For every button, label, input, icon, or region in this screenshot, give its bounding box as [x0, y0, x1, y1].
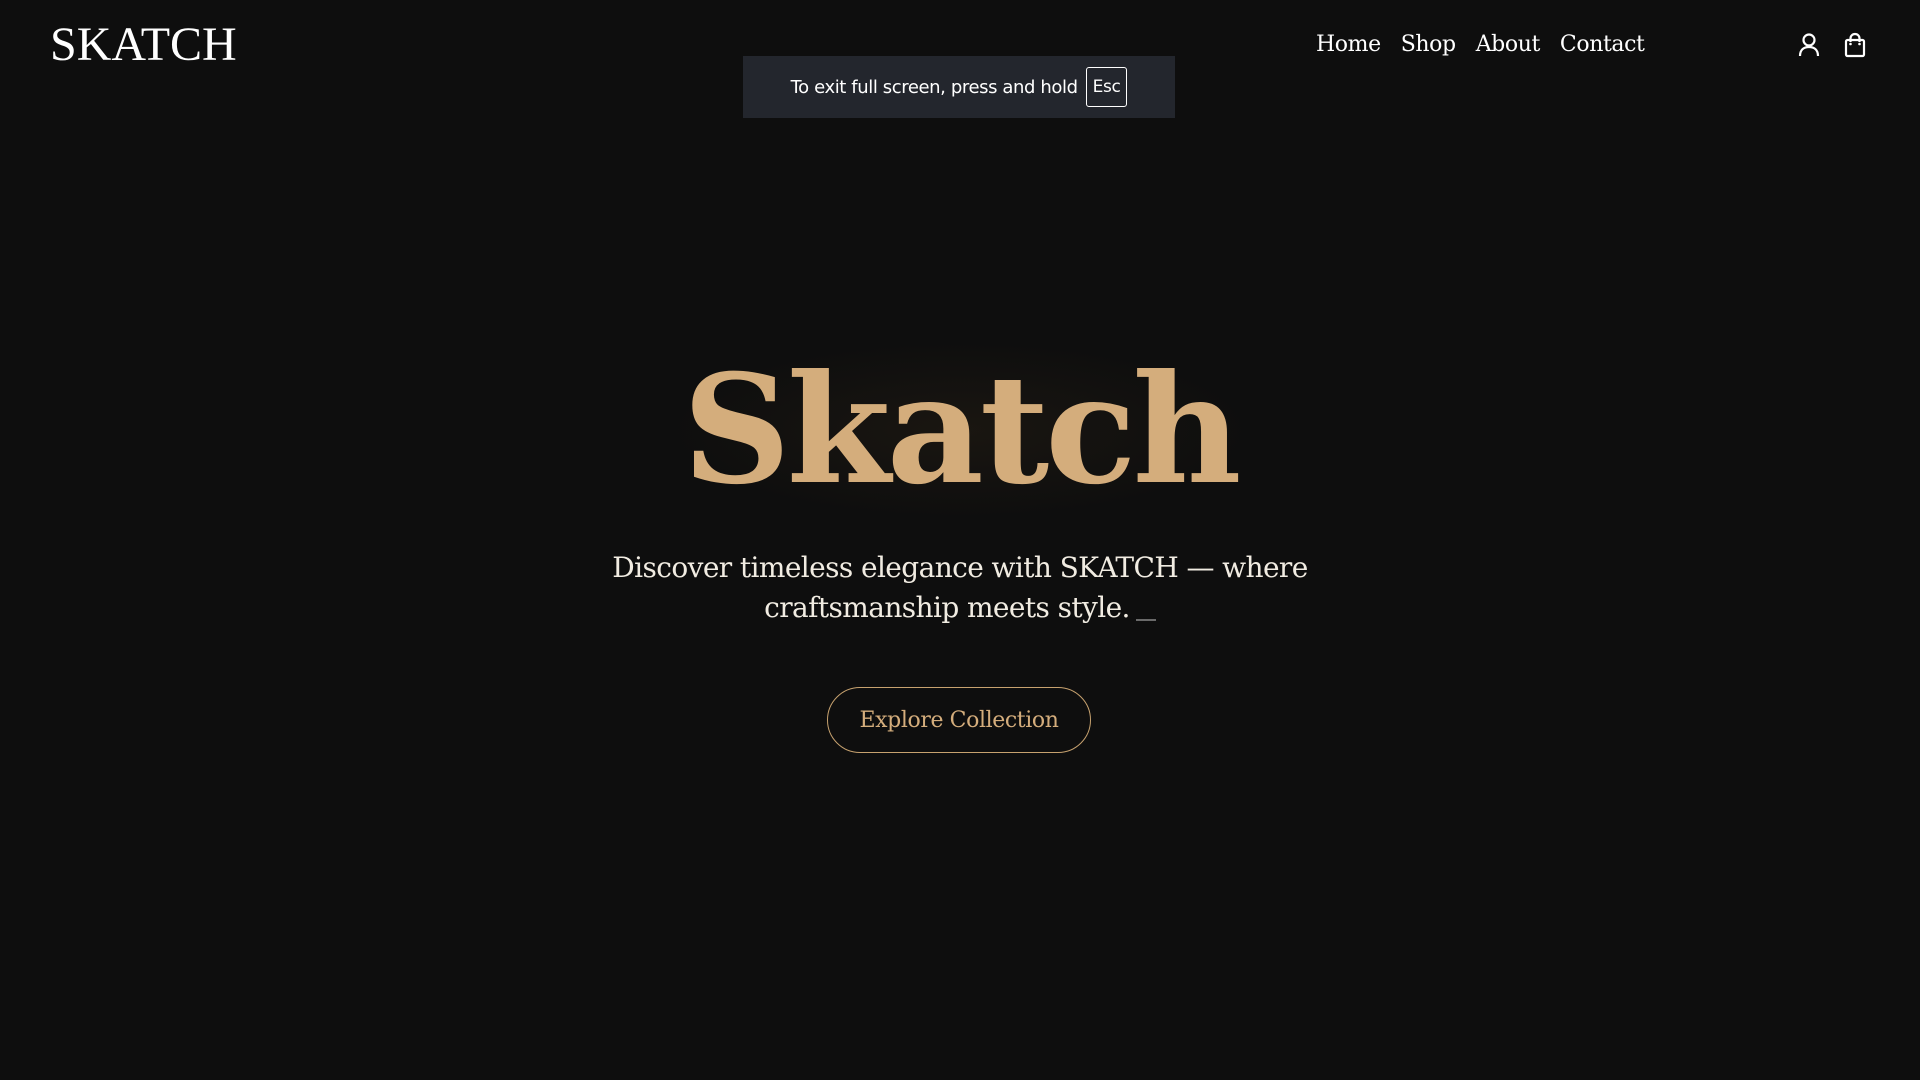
main-nav: Home Shop About Contact [1316, 30, 1645, 60]
fullscreen-exit-notice: To exit full screen, press and hold Esc [743, 56, 1175, 118]
nav-contact-link[interactable]: Contact [1560, 30, 1645, 60]
site-logo[interactable]: SKATCH [50, 18, 237, 72]
esc-key-hint: Esc [1085, 67, 1128, 107]
nav-about-link[interactable]: About [1476, 30, 1541, 60]
user-icon [1798, 33, 1820, 57]
nav-shop-link[interactable]: Shop [1401, 30, 1456, 60]
account-button[interactable] [1796, 30, 1822, 60]
cart-button[interactable] [1842, 30, 1868, 60]
typing-cursor [1135, 619, 1156, 621]
shopping-bag-icon [1844, 32, 1866, 58]
explore-collection-button[interactable]: Explore Collection [827, 687, 1091, 753]
header-actions [1796, 30, 1868, 60]
hero-section: Skatch [0, 340, 1920, 520]
hero-subtitle: Discover timeless elegance with SKATCH —… [560, 548, 1360, 628]
hero-title: Skatch [662, 340, 1258, 520]
hero-subtitle-text: Discover timeless elegance with SKATCH —… [612, 551, 1308, 624]
fullscreen-notice-text: To exit full screen, press and hold [790, 76, 1078, 98]
nav-home-link[interactable]: Home [1316, 30, 1381, 60]
